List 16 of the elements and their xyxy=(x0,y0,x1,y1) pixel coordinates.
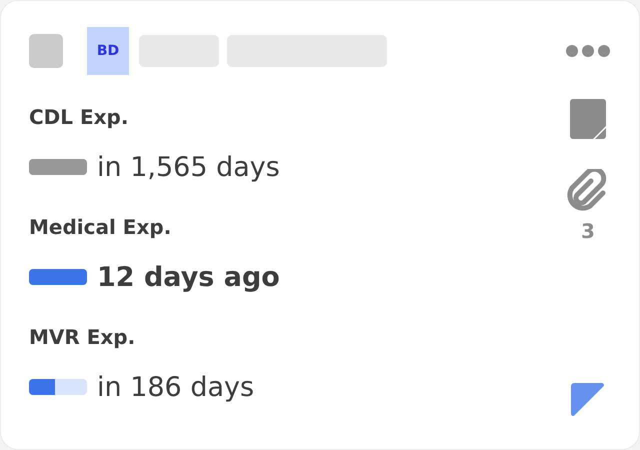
progress-bar xyxy=(29,159,87,175)
more-icon[interactable] xyxy=(566,45,610,57)
paperclip-icon[interactable] xyxy=(567,169,609,213)
field-label: Medical Exp. xyxy=(29,215,172,239)
expiry-value: in 1,565 days xyxy=(97,152,280,182)
field-label: MVR Exp. xyxy=(29,325,136,349)
progress-bar xyxy=(29,379,87,395)
field-label: CDL Exp. xyxy=(29,105,130,129)
expiry-value: 12 days ago xyxy=(97,262,280,292)
note-icon[interactable] xyxy=(570,99,606,139)
attachment-count: 3 xyxy=(581,219,595,243)
expiry-value: in 186 days xyxy=(97,372,254,402)
progress-bar xyxy=(29,269,87,285)
avatar-initials: BD xyxy=(87,27,129,75)
corner-flag-icon[interactable] xyxy=(571,383,605,417)
checkbox[interactable] xyxy=(29,34,63,68)
